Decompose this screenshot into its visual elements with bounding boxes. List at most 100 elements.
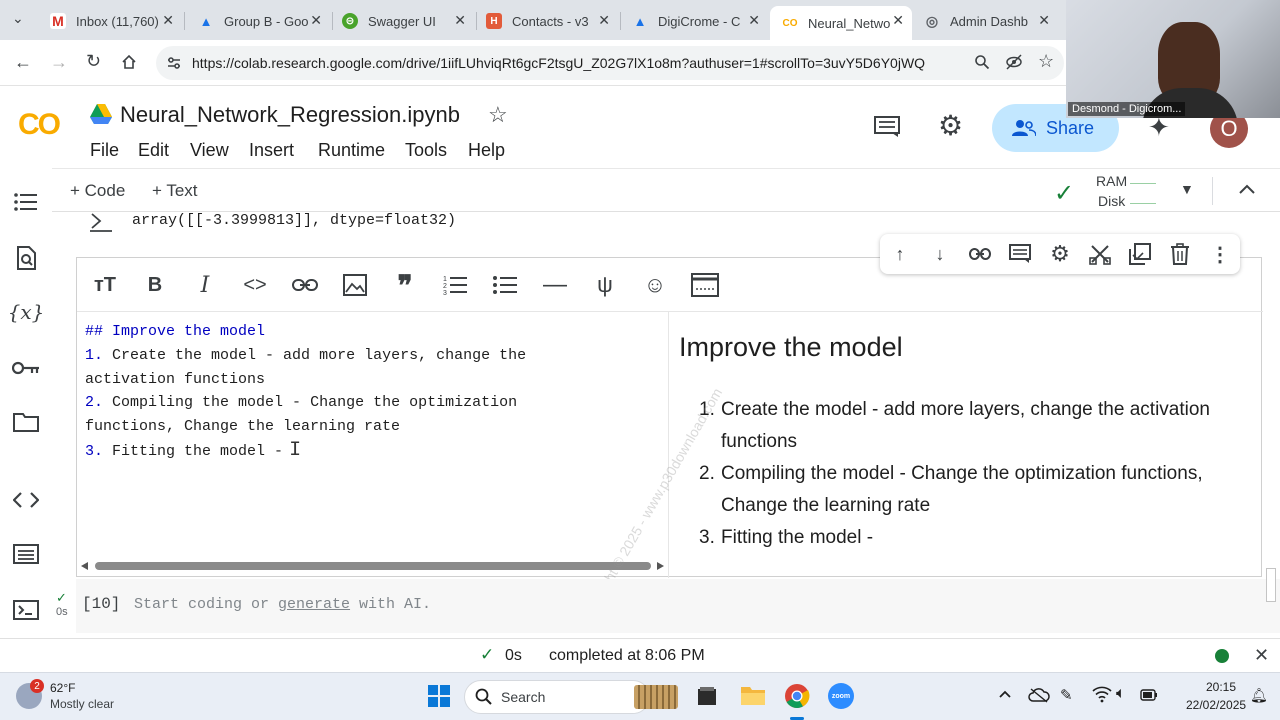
comments-icon[interactable] — [874, 116, 900, 138]
tab-inbox[interactable]: M Inbox (11,760) ✕ — [38, 6, 182, 36]
close-icon[interactable]: ✕ — [310, 12, 322, 29]
editor-line-text: Create the model - add more layers, chan… — [112, 346, 527, 364]
clock-time[interactable]: 20:15 — [1206, 680, 1236, 694]
windows-start-icon[interactable] — [428, 685, 450, 707]
cell-settings-gear-icon[interactable]: ⚙ — [1048, 241, 1072, 266]
close-icon[interactable]: ✕ — [454, 12, 466, 29]
command-palette-icon[interactable] — [12, 540, 40, 568]
mirror-cell-icon[interactable] — [1128, 242, 1152, 266]
quote-icon[interactable]: ❞ — [391, 270, 419, 301]
onedrive-icon[interactable] — [1028, 687, 1050, 703]
bold-icon[interactable]: B — [141, 272, 169, 298]
notifications-bell-icon[interactable]: 🔔︎ — [1250, 687, 1268, 704]
forward-icon[interactable]: → — [50, 52, 68, 73]
horizontal-rule-icon[interactable]: — — [541, 271, 569, 298]
vertical-scrollbar[interactable] — [1266, 568, 1276, 602]
weather-widget[interactable]: 2 62°F Mostly clear — [16, 679, 156, 715]
site-info-icon[interactable] — [166, 55, 182, 71]
reload-icon[interactable]: ↻ — [86, 51, 101, 72]
zoom-icon[interactable] — [974, 54, 990, 70]
text-cell[interactable]: тT B I <> ❞ 123 — ψ ☺ ## Improve the mod… — [76, 257, 1263, 626]
markdown-editor[interactable]: ## Improve the model 1. Create the model… — [77, 312, 669, 578]
chrome-icon[interactable] — [784, 683, 810, 709]
bookmark-star-icon[interactable]: ☆ — [1038, 51, 1054, 72]
secrets-key-icon[interactable] — [12, 354, 40, 382]
comment-icon[interactable] — [1008, 242, 1032, 266]
battery-icon[interactable] — [1140, 688, 1158, 701]
url-bar[interactable]: https://colab.research.google.com/drive/… — [156, 46, 1064, 80]
code-icon[interactable]: <> — [241, 272, 269, 298]
code-cell[interactable]: [10] Start coding or generate with AI. — [76, 579, 1280, 633]
notebook-title[interactable]: Neural_Network_Regression.ipynb — [120, 102, 460, 128]
close-icon[interactable]: ✕ — [1254, 645, 1269, 666]
code-snippets-icon[interactable] — [12, 486, 40, 514]
language-pen-icon[interactable]: ✎ — [1060, 686, 1073, 704]
list-item: 3. Fitting the model - — [699, 522, 1259, 554]
volume-icon[interactable]: 🔈︎ — [1116, 685, 1126, 703]
numbered-list-icon[interactable]: 123 — [441, 272, 469, 298]
close-icon[interactable]: ✕ — [162, 12, 174, 29]
show-hidden-icons-chevron[interactable] — [998, 687, 1012, 701]
taskbar-search[interactable]: Search — [464, 680, 650, 714]
runtime-dropdown-icon[interactable]: ▼ — [1180, 181, 1194, 197]
tab-search-chevron-icon[interactable]: ⌄ — [12, 10, 28, 26]
text-size-icon[interactable]: тT — [91, 272, 119, 298]
tab-swagger[interactable]: ⊝ Swagger UI ✕ — [330, 6, 474, 36]
menu-file[interactable]: File — [90, 140, 119, 161]
windows-taskbar: 2 62°F Mostly clear Search zoom ✎ 🔈︎ 20:… — [0, 672, 1280, 720]
resources-indicator[interactable]: RAM Disk — [1096, 173, 1158, 209]
tracking-protection-icon[interactable] — [1005, 53, 1023, 71]
tab-neural-network[interactable]: CO Neural_Netwo ✕ — [770, 6, 912, 40]
find-replace-icon[interactable] — [12, 244, 40, 272]
menu-tools[interactable]: Tools — [405, 140, 447, 161]
zoom-app-icon[interactable]: zoom — [828, 683, 854, 709]
close-icon[interactable]: ✕ — [748, 12, 760, 29]
app-icon[interactable] — [696, 685, 718, 707]
tab-admin-dashboard[interactable]: ◎ Admin Dashb ✕ — [912, 6, 1058, 36]
menu-insert[interactable]: Insert — [249, 140, 294, 161]
menu-help[interactable]: Help — [468, 140, 505, 161]
close-icon[interactable]: ✕ — [1038, 12, 1050, 29]
horizontal-scrollbar[interactable] — [81, 562, 665, 570]
mirror-preview-icon[interactable] — [691, 272, 719, 298]
left-sidebar: {x} — [0, 168, 52, 638]
more-options-icon[interactable]: ⋮ — [1208, 242, 1232, 266]
status-completed[interactable]: completed at 8:06 PM — [549, 647, 705, 665]
wifi-icon[interactable] — [1092, 685, 1112, 703]
image-icon[interactable] — [341, 272, 369, 298]
italic-icon[interactable]: I — [191, 272, 219, 298]
file-explorer-icon[interactable] — [740, 684, 766, 708]
generate-link[interactable]: generate — [278, 596, 350, 613]
terminal-icon[interactable] — [12, 596, 40, 624]
menu-edit[interactable]: Edit — [138, 140, 169, 161]
link-icon[interactable] — [291, 272, 319, 298]
bulleted-list-icon[interactable] — [491, 272, 519, 298]
collapse-header-icon[interactable] — [1238, 181, 1256, 197]
table-of-contents-icon[interactable] — [12, 188, 40, 216]
emoji-icon[interactable]: ☺ — [641, 272, 669, 298]
close-icon[interactable]: ✕ — [598, 12, 610, 29]
menu-view[interactable]: View — [190, 140, 229, 161]
latex-psi-icon[interactable]: ψ — [591, 272, 619, 298]
tab-digicrome[interactable]: ▲ DigiCrome - C ✕ — [620, 6, 768, 36]
code-cell-placeholder[interactable]: Start coding or generate with AI. — [134, 596, 431, 613]
close-icon[interactable]: ✕ — [892, 12, 904, 29]
tab-contacts[interactable]: H Contacts - v3 ✕ — [474, 6, 618, 36]
back-icon[interactable]: ← — [14, 52, 32, 73]
clock-date[interactable]: 22/02/2025 — [1186, 698, 1246, 712]
cut-cell-icon[interactable] — [1088, 242, 1112, 266]
add-text-button[interactable]: + Text — [152, 181, 198, 201]
move-down-arrow-icon[interactable]: ↓ — [928, 242, 952, 266]
variables-icon[interactable]: {x} — [8, 298, 45, 326]
tab-group-b[interactable]: ▲ Group B - Goo ✕ — [186, 6, 330, 36]
star-icon[interactable]: ☆ — [488, 102, 508, 128]
colab-logo[interactable]: CO — [18, 108, 61, 142]
move-up-arrow-icon[interactable]: ↑ — [888, 242, 912, 266]
link-icon[interactable] — [968, 242, 992, 266]
home-icon[interactable] — [121, 54, 137, 70]
delete-trash-icon[interactable] — [1168, 242, 1192, 266]
menu-runtime[interactable]: Runtime — [318, 140, 385, 161]
add-code-button[interactable]: + Code — [70, 181, 125, 201]
settings-gear-icon[interactable]: ⚙ — [938, 112, 963, 140]
files-folder-icon[interactable] — [12, 408, 40, 436]
